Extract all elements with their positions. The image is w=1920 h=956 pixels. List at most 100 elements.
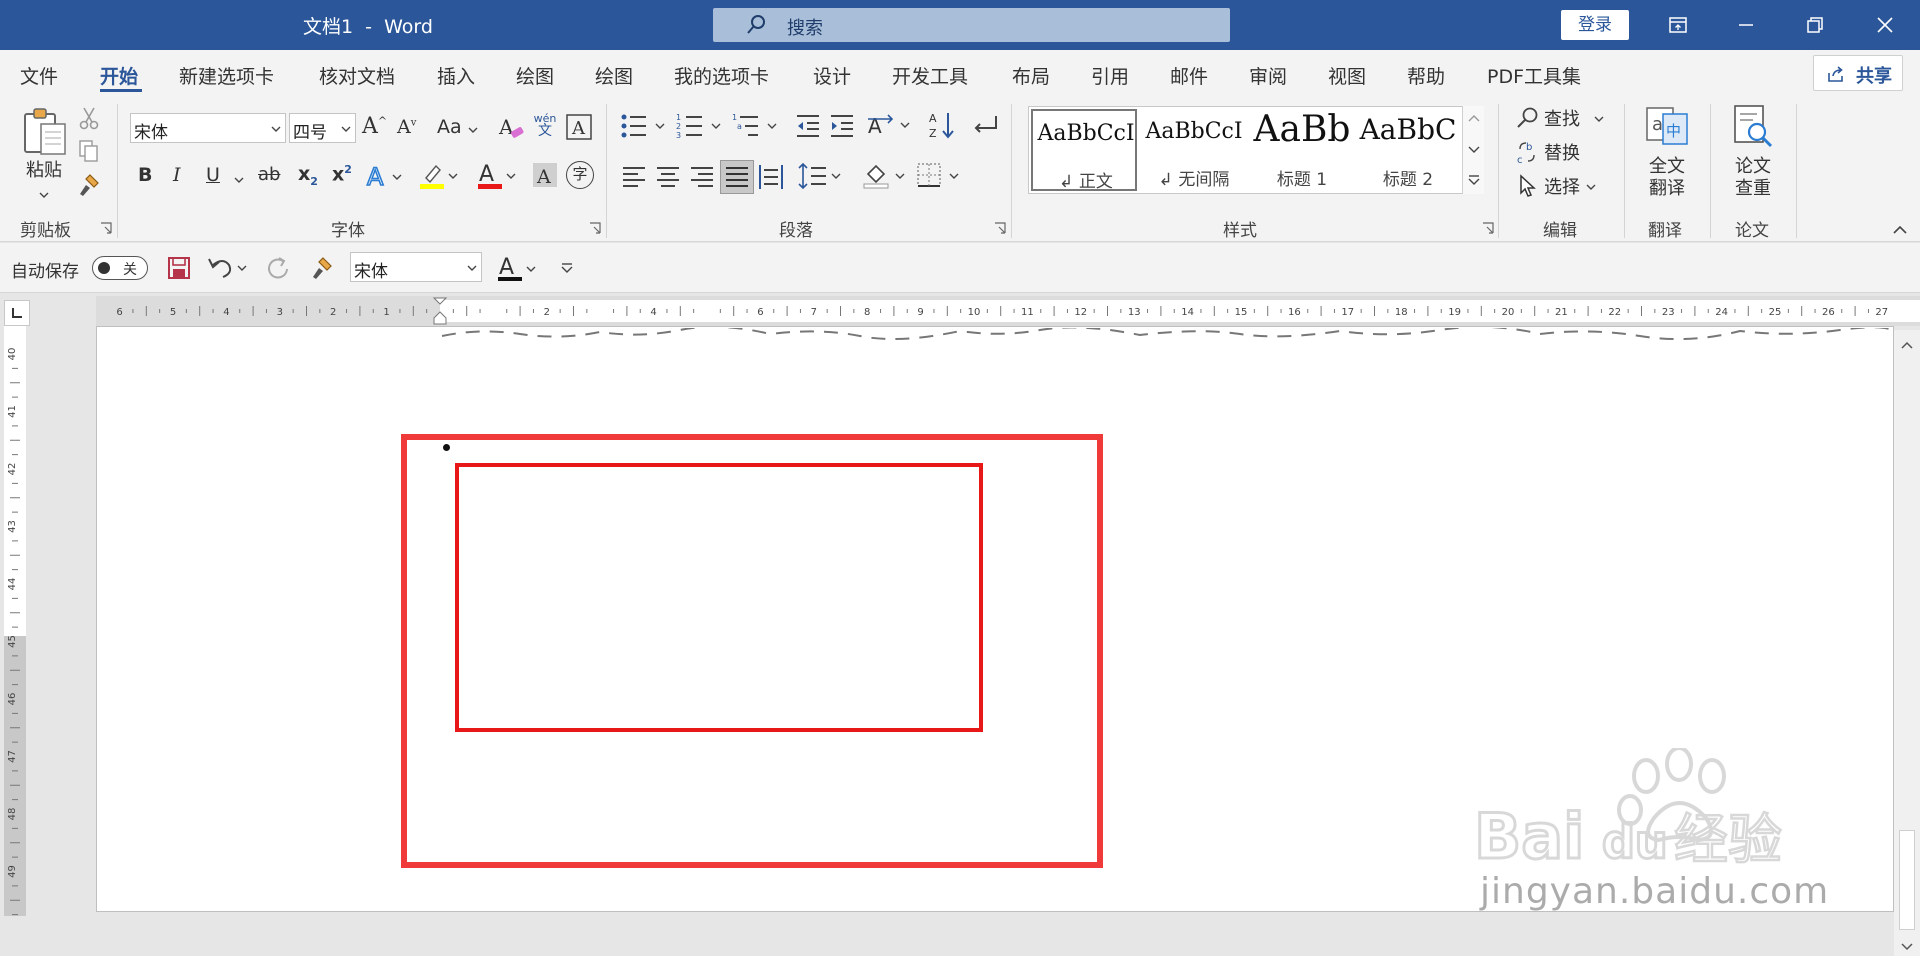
- subscript-button[interactable]: x2: [298, 163, 318, 188]
- decrease-indent-icon[interactable]: [795, 113, 821, 139]
- style-heading-1[interactable]: AaBb 标题 1: [1249, 109, 1355, 191]
- show-formatting-marks-icon[interactable]: [970, 114, 1000, 140]
- full-text-translate-button[interactable]: a中 全文 翻译: [1636, 104, 1698, 208]
- format-painter-icon[interactable]: [76, 172, 102, 198]
- tab-references[interactable]: 引用: [1091, 62, 1129, 89]
- align-center-icon[interactable]: [656, 166, 680, 188]
- indent-marker-icon[interactable]: [432, 296, 448, 326]
- phonetic-guide-button[interactable]: wén 文: [532, 112, 558, 138]
- restore-button[interactable]: [1785, 0, 1845, 50]
- replace-button[interactable]: bc 替换: [1516, 138, 1606, 166]
- align-left-icon[interactable]: [622, 166, 646, 188]
- horizontal-ruler[interactable]: 6 5 4 3 2 1 2 4 6 7 8 9 10 11 12 13 14 15 16 17 18 19 20 21 22 23…: [96, 296, 1920, 326]
- underline-button[interactable]: U: [206, 164, 220, 186]
- tab-file[interactable]: 文件: [20, 62, 58, 89]
- collapse-ribbon-icon[interactable]: [1892, 225, 1908, 235]
- tab-review[interactable]: 审阅: [1249, 62, 1287, 89]
- copy-icon[interactable]: [78, 139, 100, 163]
- tab-layout[interactable]: 布局: [1012, 62, 1050, 89]
- find-button[interactable]: 查找: [1516, 104, 1606, 132]
- strikethrough-button[interactable]: ab: [258, 164, 280, 185]
- tab-draw-1[interactable]: 绘图: [516, 62, 554, 89]
- style-no-spacing[interactable]: AaBbCcI ↲ 无间隔: [1141, 109, 1247, 191]
- tab-new-tab[interactable]: 新建选项卡: [179, 62, 274, 89]
- dialog-launcher-icon[interactable]: [1482, 222, 1494, 234]
- autosave-toggle[interactable]: 关: [92, 256, 148, 280]
- justify-button[interactable]: [720, 160, 754, 194]
- italic-button[interactable]: I: [173, 164, 181, 186]
- highlight-color-icon[interactable]: [418, 160, 458, 190]
- tab-draw-2[interactable]: 绘图: [595, 62, 633, 89]
- style-heading-2[interactable]: AaBbC 标题 2: [1355, 109, 1461, 191]
- scroll-down-icon[interactable]: [1900, 942, 1914, 952]
- distributed-icon[interactable]: [758, 164, 784, 190]
- sort-icon[interactable]: AZ: [928, 110, 958, 140]
- paper-check-button[interactable]: 论文 查重: [1722, 104, 1784, 208]
- qat-font-combo[interactable]: 宋体: [350, 252, 482, 282]
- chevron-down-icon[interactable]: [234, 177, 244, 183]
- vertical-ruler[interactable]: 40 41 42 43 44 45 46 47 48 49: [0, 326, 30, 916]
- dialog-launcher-icon[interactable]: [100, 222, 112, 234]
- tab-selector[interactable]: [4, 300, 30, 326]
- line-spacing-icon[interactable]: [798, 162, 842, 190]
- increase-indent-icon[interactable]: [829, 113, 855, 139]
- vertical-scrollbar[interactable]: [1894, 330, 1920, 956]
- grow-font-button[interactable]: A^: [362, 114, 387, 139]
- align-right-icon[interactable]: [690, 166, 714, 188]
- text-direction-icon[interactable]: A: [866, 111, 914, 139]
- save-icon[interactable]: [167, 256, 191, 280]
- font-size-combo[interactable]: 四号: [289, 113, 356, 143]
- font-color-icon[interactable]: A: [476, 160, 516, 190]
- customize-toolbar-icon[interactable]: [560, 262, 574, 274]
- tab-my-tab[interactable]: 我的选项卡: [674, 62, 769, 89]
- clear-formatting-icon[interactable]: A: [497, 114, 525, 142]
- ribbon-display-options-button[interactable]: [1648, 0, 1708, 50]
- login-button[interactable]: 登录: [1561, 10, 1629, 40]
- redo-icon[interactable]: [265, 255, 291, 281]
- tab-home[interactable]: 开始: [100, 62, 138, 89]
- tab-design[interactable]: 设计: [813, 62, 851, 89]
- tab-help[interactable]: 帮助: [1407, 62, 1445, 89]
- minimize-button[interactable]: [1716, 0, 1776, 50]
- bold-button[interactable]: B: [138, 164, 152, 186]
- tab-mailings[interactable]: 邮件: [1170, 62, 1208, 89]
- dialog-launcher-icon[interactable]: [589, 222, 601, 234]
- gallery-more-icon[interactable]: [1468, 174, 1480, 186]
- character-border-icon[interactable]: A: [566, 114, 592, 140]
- tab-insert[interactable]: 插入: [437, 62, 475, 89]
- multilevel-list-icon[interactable]: 1a: [732, 112, 780, 140]
- scroll-up-icon[interactable]: [1900, 340, 1914, 350]
- undo-icon[interactable]: [207, 255, 247, 281]
- tab-view[interactable]: 视图: [1328, 62, 1366, 89]
- bullets-icon[interactable]: [620, 112, 668, 140]
- chevron-up-icon[interactable]: [1468, 114, 1480, 122]
- chevron-down-icon[interactable]: [1468, 146, 1480, 154]
- font-name-combo[interactable]: 宋体: [130, 113, 286, 143]
- numbering-icon[interactable]: 123: [676, 112, 724, 140]
- shrink-font-button[interactable]: Av: [397, 116, 416, 138]
- dialog-launcher-icon[interactable]: [994, 222, 1006, 234]
- scrollbar-thumb[interactable]: [1899, 830, 1915, 930]
- styles-gallery-scroll[interactable]: [1462, 106, 1484, 194]
- format-painter-icon[interactable]: [309, 255, 335, 281]
- text-effects-icon[interactable]: A: [366, 162, 402, 190]
- change-case-button[interactable]: Aa: [437, 116, 478, 138]
- shading-icon[interactable]: [862, 160, 910, 190]
- tab-proofread[interactable]: 核对文档: [319, 62, 395, 89]
- tab-developer[interactable]: 开发工具: [892, 62, 968, 89]
- paste-button[interactable]: 粘贴: [16, 104, 72, 200]
- share-button[interactable]: 共享: [1813, 55, 1903, 91]
- svg-text:中: 中: [1666, 122, 1681, 140]
- borders-icon[interactable]: [916, 160, 964, 190]
- font-color-icon[interactable]: A: [496, 253, 536, 283]
- cut-icon[interactable]: [78, 106, 100, 130]
- character-shading-icon[interactable]: A: [532, 160, 558, 188]
- select-button[interactable]: 选择: [1516, 172, 1606, 200]
- tab-pdf-tools[interactable]: PDF工具集: [1487, 62, 1581, 89]
- superscript-button[interactable]: x2: [332, 163, 352, 185]
- style-normal[interactable]: AaBbCcI ↲ 正文: [1031, 109, 1137, 192]
- close-button[interactable]: [1855, 0, 1915, 50]
- enclose-characters-button[interactable]: 字: [566, 161, 594, 189]
- search-box[interactable]: 搜索: [713, 8, 1230, 42]
- svg-text:du: du: [1602, 815, 1668, 869]
